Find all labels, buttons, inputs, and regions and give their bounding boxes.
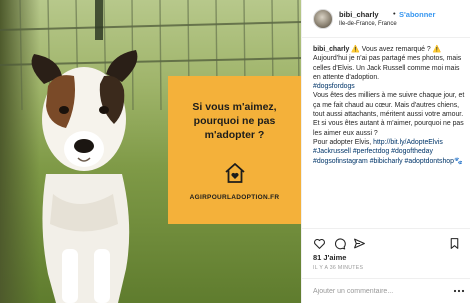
jack-russell-dog	[31, 50, 138, 303]
post-sidebar: bibi_charly • S'abonner Ile-de-France, F…	[301, 0, 470, 303]
caption-line-1: ⚠️ Vous avez remarqué ? ⚠️	[351, 46, 442, 53]
more-icon[interactable]	[453, 287, 465, 295]
caption-adopt-link[interactable]: http://bit.ly/AdopteElvis	[373, 139, 443, 146]
promo-headline: Si vous m'aimez, pourquoi ne pas m'adopt…	[168, 100, 301, 142]
caption-username[interactable]: bibi_charly	[313, 46, 349, 53]
paw-icon: 🐾	[453, 157, 463, 165]
promo-line-2: pourquoi ne pas	[193, 115, 276, 127]
header-username[interactable]: bibi_charly	[339, 10, 379, 19]
caption-hashtag[interactable]: #dogsfordogs	[313, 82, 467, 91]
adoption-promo-card: Si vous m'aimez, pourquoi ne pas m'adopt…	[168, 76, 301, 224]
like-count[interactable]: 81 J'aime	[313, 253, 346, 262]
follow-button[interactable]: S'abonner	[399, 10, 435, 19]
action-bar	[302, 228, 470, 254]
caption-paragraph-2: Vous êtes des milliers à me suivre chaqu…	[313, 92, 465, 137]
caption-hashtags[interactable]: #Jackrussell #perfectdog #dogoftheday #d…	[313, 148, 454, 164]
caption-adopt-text: Pour adopter Elvis,	[313, 138, 374, 146]
comment-icon[interactable]	[333, 237, 346, 250]
post-image[interactable]: Si vous m'aimez, pourquoi ne pas m'adopt…	[0, 0, 301, 303]
post-header: bibi_charly • S'abonner Ile-de-France, F…	[302, 0, 470, 38]
separator-dot: •	[393, 9, 396, 18]
house-heart-icon	[225, 163, 245, 183]
promo-url: AGIRPOURLADOPTION.FR	[189, 194, 280, 201]
caption-line-2: Aujourd'hui je n'ai pas partagé mes phot…	[313, 55, 462, 81]
heart-icon[interactable]	[313, 237, 326, 250]
location-link[interactable]: Ile-de-France, France	[339, 21, 397, 27]
post-caption: bibi_charly ⚠️ Vous avez remarqué ? ⚠️ A…	[313, 45, 467, 166]
avatar[interactable]	[313, 9, 333, 29]
comment-bar	[302, 278, 470, 303]
promo-line-3: m'adopter ?	[204, 129, 265, 141]
comment-input[interactable]	[313, 285, 438, 297]
bookmark-icon[interactable]	[448, 237, 461, 250]
promo-line-1: Si vous m'aimez,	[192, 101, 277, 113]
share-icon[interactable]	[353, 237, 366, 250]
post-timestamp[interactable]: IL Y A 36 MINUTES	[313, 265, 363, 271]
